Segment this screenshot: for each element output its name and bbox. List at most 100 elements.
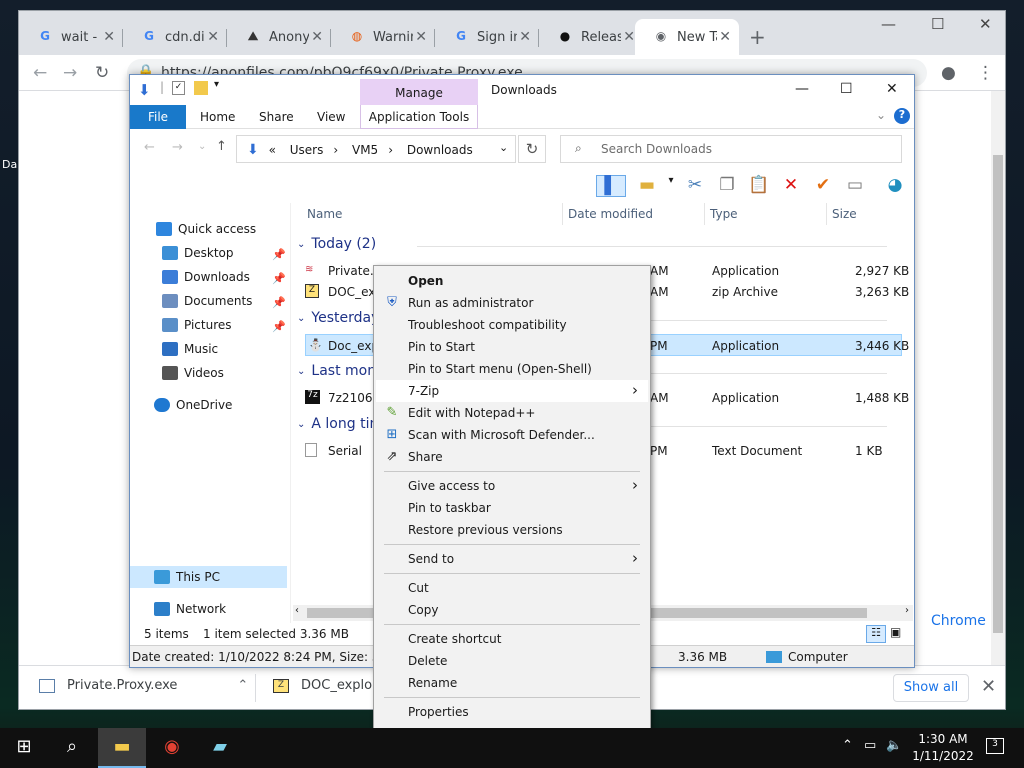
chevron-up-icon[interactable]: ⌃ xyxy=(237,678,248,693)
group-header[interactable]: ⌄ A long tim xyxy=(297,416,887,432)
menu-item-send-to[interactable]: Send to › xyxy=(376,548,648,570)
tab-share[interactable]: Share xyxy=(259,110,294,124)
menu-item-cut[interactable]: Cut xyxy=(376,577,648,599)
group-header[interactable]: ⌄ Today (2) xyxy=(297,236,887,252)
menu-item-troubleshoot[interactable]: Troubleshoot compatibility xyxy=(376,314,648,336)
browser-tab[interactable]: G Sign in ✕ xyxy=(435,19,539,55)
scroll-right-icon[interactable]: › xyxy=(905,605,909,616)
minimize-icon[interactable]: — xyxy=(795,81,809,97)
forward-arrow-icon[interactable]: → xyxy=(63,63,77,83)
desktop-icon-partial[interactable]: Da xyxy=(0,150,18,270)
sidebar-item-this-pc[interactable]: This PC xyxy=(154,566,220,588)
menu-item-restore-versions[interactable]: Restore previous versions xyxy=(376,519,648,541)
menu-dots-icon[interactable]: ⋮ xyxy=(977,63,994,83)
quick-access-dropdown-icon[interactable]: ▾ xyxy=(214,79,219,90)
download-item[interactable]: Z DOC_exploit. xyxy=(273,678,385,693)
breadcrumb-downloads[interactable]: Downloads xyxy=(407,143,473,157)
recent-dropdown-icon[interactable]: ⌄ xyxy=(198,141,206,152)
group-header[interactable]: ⌄ Last mont xyxy=(297,363,887,379)
forward-arrow-icon[interactable]: → xyxy=(172,140,183,155)
menu-item-pin-taskbar[interactable]: Pin to taskbar xyxy=(376,497,648,519)
properties-icon[interactable]: ✓ xyxy=(172,81,185,95)
refresh-button[interactable]: ↻ xyxy=(518,135,546,163)
column-name[interactable]: Name xyxy=(307,207,342,221)
page-scrollbar[interactable] xyxy=(991,91,1005,665)
group-header[interactable]: ⌄ Yesterday xyxy=(297,310,887,326)
profile-icon[interactable]: ● xyxy=(941,63,956,83)
pin-icon[interactable]: 📌 xyxy=(272,320,286,333)
column-type[interactable]: Type xyxy=(710,207,738,221)
sidebar-item-videos[interactable]: Videos xyxy=(162,362,224,384)
minimize-icon[interactable]: — xyxy=(881,15,896,33)
network-tray-icon[interactable]: ▭ xyxy=(864,738,876,753)
sidebar-item-network[interactable]: Network xyxy=(154,598,226,620)
menu-item-pin-start-openshell[interactable]: Pin to Start menu (Open-Shell) xyxy=(376,358,648,380)
sidebar-item-music[interactable]: Music xyxy=(162,338,218,360)
maximize-icon[interactable]: ☐ xyxy=(840,81,853,97)
search-button[interactable]: ⌕ xyxy=(48,728,96,768)
up-arrow-icon[interactable]: ↑ xyxy=(216,139,227,154)
close-icon[interactable]: ✕ xyxy=(886,81,898,97)
help-icon[interactable]: ? xyxy=(894,108,910,124)
menu-item-properties[interactable]: Properties xyxy=(376,701,648,723)
chevron-down-icon[interactable]: ⌄ xyxy=(499,141,508,154)
menu-item-defender-scan[interactable]: ⊞ Scan with Microsoft Defender... xyxy=(376,424,648,446)
manage-contextual-tab[interactable]: Manage xyxy=(360,79,478,105)
chevron-down-icon[interactable]: ⌄ xyxy=(876,108,886,122)
details-view-icon[interactable]: ☷ xyxy=(866,625,886,643)
browser-tab[interactable]: Gwait - (✕ xyxy=(19,19,123,55)
delete-icon[interactable]: ✕ xyxy=(780,175,802,197)
tab-application-tools[interactable]: Application Tools xyxy=(360,105,478,129)
menu-item-copy[interactable]: Copy xyxy=(376,599,648,621)
sidebar-item-desktop[interactable]: Desktop xyxy=(162,242,234,264)
column-date-modified[interactable]: Date modified xyxy=(568,207,653,221)
new-tab-button[interactable]: + xyxy=(749,25,766,49)
back-arrow-icon[interactable]: ← xyxy=(144,140,155,155)
close-icon[interactable]: ✕ xyxy=(719,29,731,45)
close-window-icon[interactable]: ✕ xyxy=(979,15,992,33)
pin-icon[interactable]: 📌 xyxy=(272,296,286,309)
close-shelf-icon[interactable]: ✕ xyxy=(981,676,996,697)
reload-icon[interactable]: ↻ xyxy=(95,63,109,83)
rename-icon[interactable]: ▭ xyxy=(844,175,866,197)
browser-tab-active[interactable]: ◉New Ta✕ xyxy=(635,19,739,55)
sidebar-item-quick-access[interactable]: Quick access xyxy=(156,218,256,240)
explorer-address-bar[interactable]: ⬇ « Users › VM5 › Downloads ⌄ xyxy=(236,135,516,163)
breadcrumb-vm5[interactable]: VM5 xyxy=(352,143,378,157)
sidebar-item-onedrive[interactable]: OneDrive xyxy=(154,394,232,416)
maximize-icon[interactable]: ☐ xyxy=(931,15,944,33)
scroll-left-icon[interactable]: ‹ xyxy=(295,605,299,616)
show-all-button[interactable]: Show all xyxy=(893,674,969,702)
system-clock[interactable]: 1:30 AM 1/11/2022 xyxy=(910,731,976,765)
start-button[interactable]: ⊞ xyxy=(0,728,48,768)
pin-icon[interactable]: 📌 xyxy=(272,248,286,261)
tab-home[interactable]: Home xyxy=(200,110,235,124)
close-icon[interactable]: ✕ xyxy=(623,29,635,45)
large-icons-view-icon[interactable]: ▣ xyxy=(890,625,901,639)
browser-tab[interactable]: ◍Warnin✕ xyxy=(331,19,435,55)
sidebar-item-pictures[interactable]: Pictures xyxy=(162,314,232,336)
menu-item-rename[interactable]: Rename xyxy=(376,672,648,694)
search-input[interactable]: ⌕ Search Downloads xyxy=(560,135,902,163)
taskbar-chrome[interactable]: ◉ xyxy=(148,728,196,768)
column-size[interactable]: Size xyxy=(832,207,857,221)
taskbar-app[interactable]: ▰ xyxy=(196,728,244,768)
globe-icon[interactable]: ◕ xyxy=(884,175,906,197)
sidebar-item-documents[interactable]: Documents xyxy=(162,290,252,312)
notifications-icon[interactable]: 3 xyxy=(986,738,1004,754)
browser-tab[interactable]: Gcdn.dis✕ xyxy=(123,19,227,55)
back-arrow-icon[interactable]: ← xyxy=(33,63,47,83)
close-icon[interactable]: ✕ xyxy=(103,29,115,45)
volume-muted-icon[interactable]: 🔈 xyxy=(886,738,902,753)
menu-item-pin-start[interactable]: Pin to Start xyxy=(376,336,648,358)
checkmark-icon[interactable]: ✔ xyxy=(812,175,834,197)
menu-item-notepadpp[interactable]: ✎ Edit with Notepad++ xyxy=(376,402,648,424)
chevron-up-icon[interactable]: ⌃ xyxy=(842,738,853,753)
close-icon[interactable]: ✕ xyxy=(415,29,427,45)
menu-item-7zip[interactable]: 7-Zip › xyxy=(376,380,648,402)
sidebar-item-downloads[interactable]: Downloads xyxy=(162,266,250,288)
menu-item-run-as-admin[interactable]: ⛨ Run as administrator xyxy=(376,292,648,314)
menu-item-give-access[interactable]: Give access to › xyxy=(376,475,648,497)
preview-pane-icon[interactable]: ▌ xyxy=(596,175,626,197)
close-icon[interactable]: ✕ xyxy=(207,29,219,45)
